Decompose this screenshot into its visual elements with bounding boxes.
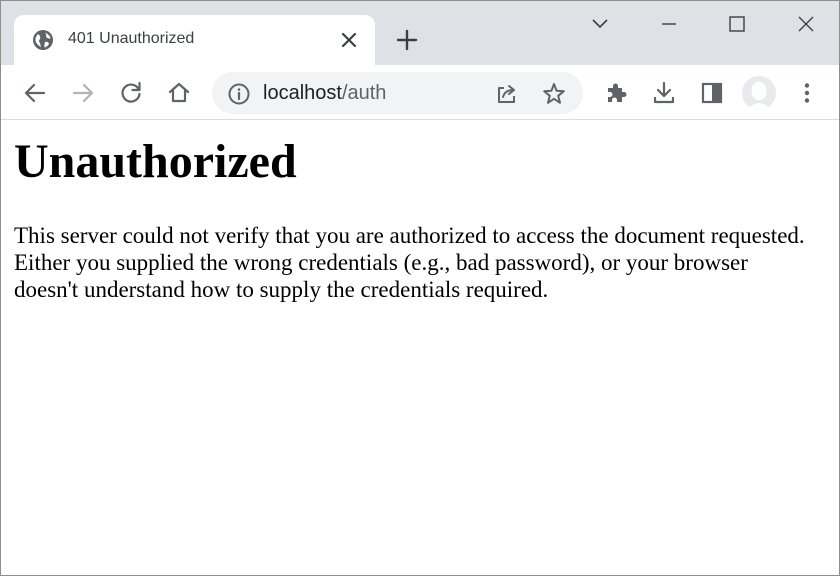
minimize-icon[interactable] — [658, 13, 680, 35]
extensions-icon[interactable] — [603, 80, 629, 106]
arrow-right-icon[interactable] — [70, 80, 96, 106]
profile-avatar-icon[interactable] — [742, 76, 776, 110]
more-vert-icon[interactable] — [794, 80, 820, 106]
maximize-icon[interactable] — [726, 13, 748, 35]
share-icon[interactable] — [494, 81, 520, 107]
info-icon[interactable] — [227, 82, 251, 106]
star-icon[interactable] — [541, 81, 567, 107]
url-text[interactable]: localhost/auth — [263, 82, 386, 105]
arrow-left-icon[interactable] — [22, 80, 48, 106]
page-title: Unauthorized — [14, 135, 297, 188]
new-tab-button[interactable] — [395, 28, 419, 52]
tab-strip: 401 Unauthorized — [1, 1, 839, 65]
tab-active[interactable]: 401 Unauthorized — [14, 15, 375, 65]
side-panel-icon[interactable] — [699, 80, 725, 106]
home-icon[interactable] — [166, 80, 192, 106]
error-message: This server could not verify that you ar… — [14, 223, 805, 302]
globe-icon — [32, 29, 54, 51]
browser-window: 401 Unauthorized localhost/auth Unauthor… — [0, 0, 840, 576]
url-host: localhost — [263, 82, 342, 104]
tab-title: 401 Unauthorized — [68, 30, 195, 47]
address-bar[interactable]: localhost/auth — [212, 72, 583, 114]
reload-icon[interactable] — [118, 80, 144, 106]
url-path: /auth — [341, 82, 387, 104]
chevron-down-icon[interactable] — [589, 13, 611, 35]
close-icon[interactable] — [340, 31, 358, 49]
page-content: Unauthorized This server could not verif… — [1, 121, 839, 575]
close-window-icon[interactable] — [795, 13, 817, 35]
toolbar: localhost/auth — [1, 65, 839, 120]
download-icon[interactable] — [651, 80, 677, 106]
